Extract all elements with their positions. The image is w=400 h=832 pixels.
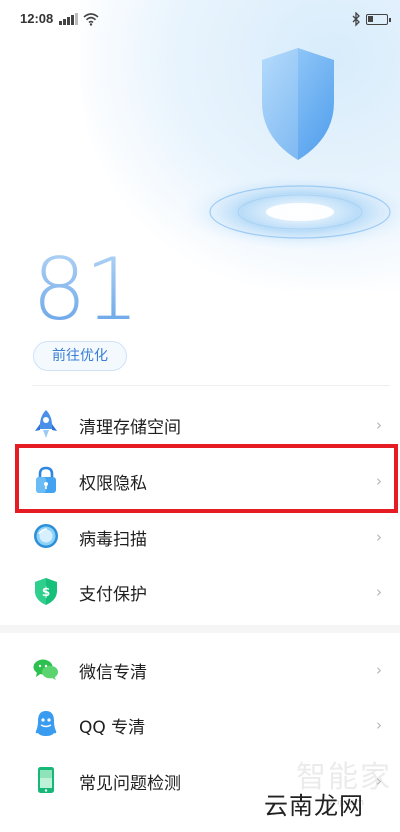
menu-item-qq-clean[interactable]: QQ 专清 › — [0, 696, 400, 752]
battery-icon — [366, 14, 391, 25]
bluetooth-icon — [352, 12, 360, 27]
status-time: 12:08 — [20, 11, 54, 26]
status-bar: 12:08 — [0, 0, 400, 38]
phone-check-icon — [38, 767, 54, 793]
scan-icon — [34, 524, 58, 548]
menu-item-label: 常见问题检测 — [79, 774, 181, 794]
divider — [32, 385, 390, 386]
menu-item-label: 清理存储空间 — [79, 418, 181, 438]
security-score: 81 — [32, 240, 139, 340]
rocket-icon — [35, 410, 57, 438]
chevron-right-icon: › — [376, 716, 382, 734]
qq-icon — [35, 711, 57, 736]
shield-illustration — [180, 40, 400, 260]
menu-item-label: QQ 专清 — [79, 718, 146, 738]
signal-icon — [59, 13, 78, 25]
security-center-screen: 12:08 81 前往优化 清理存储空间 › 权限隐私 › 病毒扫描 › $ 支… — [0, 0, 400, 832]
chevron-right-icon: › — [376, 416, 382, 434]
shield-icon — [262, 48, 334, 160]
shield-dollar-icon: $ — [35, 578, 57, 605]
menu-item-label: 病毒扫描 — [79, 530, 147, 550]
menu-item-payment-protection[interactable]: $ 支付保护 › — [0, 563, 400, 619]
section-separator — [0, 625, 400, 633]
chevron-right-icon: › — [376, 583, 382, 601]
menu-item-label: 微信专清 — [79, 663, 147, 683]
menu-item-virus-scan[interactable]: 病毒扫描 › — [0, 508, 400, 564]
menu-item-label: 支付保护 — [79, 585, 147, 605]
svg-text:$: $ — [42, 585, 50, 599]
chevron-right-icon: › — [376, 661, 382, 679]
wechat-icon — [33, 659, 58, 680]
glow-platform — [182, 174, 400, 250]
chevron-right-icon: › — [376, 528, 382, 546]
menu-item-wechat-clean[interactable]: 微信专清 › — [0, 641, 400, 697]
optimize-button[interactable]: 前往优化 — [33, 341, 127, 371]
highlight-box — [15, 444, 398, 513]
watermark-site: 云南龙网 — [264, 792, 364, 820]
wifi-icon — [83, 13, 99, 26]
